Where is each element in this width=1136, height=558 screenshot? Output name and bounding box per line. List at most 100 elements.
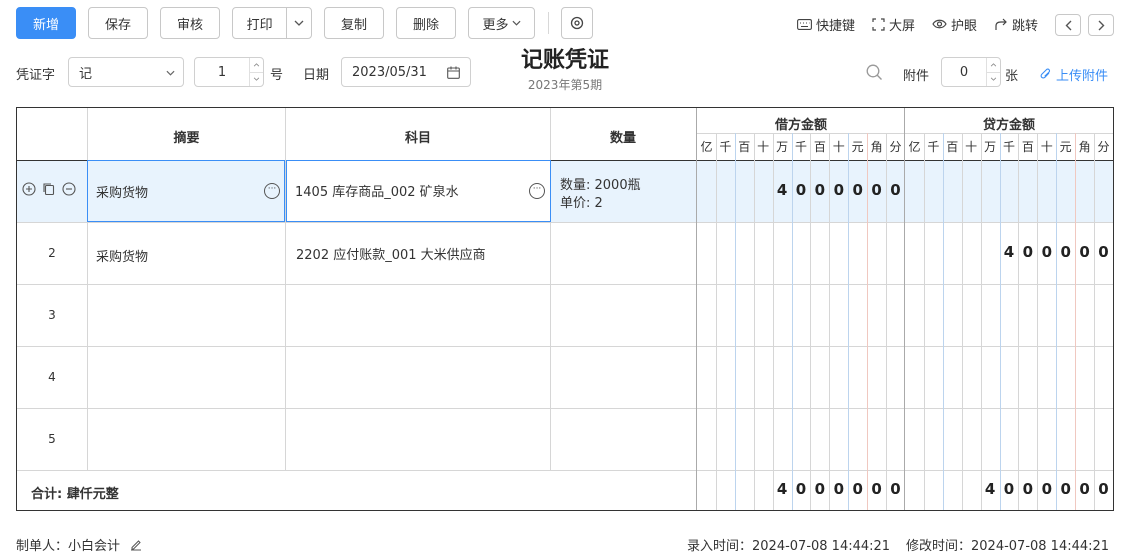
maker-label: 制单人：小白会计: [16, 539, 121, 554]
voucher-number-stepper[interactable]: 1: [194, 57, 264, 87]
total-credit-digit: 4: [984, 480, 996, 498]
digit-header: 分: [889, 140, 902, 154]
subject-text[interactable]: 2202 应付账款_001 大米供应商: [296, 244, 486, 263]
digit-header: 万: [776, 140, 789, 154]
quantity-line: 数量: 2000瓶: [560, 178, 641, 193]
eye-care-tool[interactable]: 护眼: [932, 14, 977, 34]
prev-button[interactable]: [1055, 14, 1081, 36]
jump-icon: [994, 18, 1008, 31]
total-label: 合计: 肆仟元整: [31, 487, 119, 502]
unit-price-line: 单价: 2: [560, 196, 603, 211]
total-debit-digit: 0: [890, 480, 901, 498]
next-button[interactable]: [1088, 14, 1114, 36]
digit-header: 元: [1059, 140, 1072, 154]
maker-info: 制单人：小白会计: [16, 535, 142, 554]
edit-icon[interactable]: [130, 539, 142, 551]
header-debit: 借方金额: [774, 118, 827, 133]
digit-header: 千: [1002, 140, 1015, 154]
increment-icon[interactable]: [250, 58, 263, 72]
upload-attachment-link[interactable]: 上传附件: [1040, 65, 1108, 84]
debit-digit: 0: [795, 181, 807, 199]
voucher-word-value: 记: [79, 66, 93, 82]
jump-tool[interactable]: 跳转: [994, 14, 1038, 34]
shortcut-tool[interactable]: 快捷键: [797, 14, 855, 34]
new-button[interactable]: 新增: [16, 7, 76, 39]
total-debit-digit: 4: [776, 480, 788, 498]
decrement-icon[interactable]: [987, 71, 1000, 87]
total-credit-digit: 0: [1079, 480, 1090, 498]
settings-button[interactable]: [561, 7, 593, 39]
row-number: 2: [48, 246, 56, 260]
modify-time: 修改时间：2024-07-08 14:44:21: [906, 539, 1110, 554]
digit-header: 十: [757, 140, 770, 154]
delete-button[interactable]: 删除: [396, 7, 456, 39]
upload-label: 上传附件: [1056, 69, 1109, 84]
calendar-icon: [447, 66, 460, 79]
digit-header: 十: [832, 140, 845, 154]
total-credit-digit: 0: [1041, 480, 1053, 498]
keyboard-icon: [797, 18, 812, 30]
attachment-label: 附件: [903, 69, 930, 84]
copy-row-icon[interactable]: [42, 182, 56, 196]
period-label: 2023年第5期: [527, 78, 603, 92]
voucher-word-select[interactable]: 记: [68, 57, 184, 87]
add-row-icon[interactable]: [22, 182, 36, 196]
subject-cell[interactable]: 1405 库存商品_002 矿泉水 ···: [286, 160, 551, 222]
total-credit-digit: 0: [1022, 480, 1034, 498]
digit-header: 千: [927, 140, 940, 154]
search-icon[interactable]: [866, 64, 883, 85]
total-debit-digit: 0: [795, 480, 807, 498]
increment-icon[interactable]: [987, 58, 1000, 72]
audit-button[interactable]: 审核: [160, 7, 220, 39]
debit-digit: 0: [890, 181, 901, 199]
paperclip-icon: [1040, 68, 1051, 79]
print-dropdown-icon[interactable]: [287, 8, 311, 38]
more-button[interactable]: 更多: [468, 7, 535, 39]
print-button[interactable]: 打印: [233, 8, 286, 38]
debit-digit: 4: [776, 181, 788, 199]
digit-header: 百: [738, 140, 751, 154]
total-debit-digit: 0: [871, 480, 882, 498]
decrement-icon[interactable]: [250, 71, 263, 87]
summary-cell[interactable]: 采购货物 ···: [87, 160, 285, 222]
debit-digit: 0: [871, 181, 882, 199]
summary-text[interactable]: 采购货物: [96, 246, 148, 265]
print-button-group: 打印: [232, 7, 312, 39]
row-number: 4: [48, 370, 56, 384]
digit-header: 亿: [700, 140, 713, 154]
more-label: 更多: [482, 17, 509, 33]
remove-row-icon[interactable]: [62, 182, 76, 196]
credit-digit: 0: [1098, 243, 1109, 261]
summary-text: 采购货物: [96, 186, 149, 201]
digit-header: 十: [965, 140, 978, 154]
attachment-count-stepper[interactable]: 0: [941, 57, 1001, 87]
total-debit-digit: 0: [814, 480, 826, 498]
digit-header: 百: [813, 140, 826, 154]
voucher-word-label: 凭证字: [16, 68, 56, 83]
date-value: 2023/05/31: [352, 64, 427, 80]
header-subject: 科目: [404, 131, 431, 146]
credit-digit: 0: [1060, 243, 1071, 261]
save-button[interactable]: 保存: [88, 7, 148, 39]
fullscreen-tool[interactable]: 大屏: [872, 14, 915, 34]
digit-header: 亿: [908, 140, 921, 154]
credit-digit: 4: [1003, 243, 1015, 261]
total-credit-digit: 0: [1098, 480, 1109, 498]
chevron-left-icon: [1065, 20, 1071, 30]
shortcut-label: 快捷键: [816, 18, 856, 34]
toolbar-divider: [548, 12, 549, 34]
copy-button[interactable]: 复制: [324, 7, 384, 39]
credit-digit: 0: [1079, 243, 1090, 261]
more-options-icon[interactable]: ···: [529, 183, 545, 199]
fullscreen-icon: [872, 17, 885, 31]
header-summary: 摘要: [173, 131, 200, 146]
total-debit-digit: 0: [833, 480, 845, 498]
digit-header: 元: [851, 140, 864, 154]
total-credit-digit: 0: [1003, 480, 1015, 498]
total-debit-digit: 0: [852, 480, 863, 498]
date-picker[interactable]: 2023/05/31: [341, 57, 471, 87]
more-options-icon[interactable]: ···: [264, 183, 280, 199]
attachment-suffix: 张: [1005, 69, 1019, 84]
header-quantity: 数量: [609, 131, 636, 146]
digit-header: 百: [1021, 140, 1034, 154]
